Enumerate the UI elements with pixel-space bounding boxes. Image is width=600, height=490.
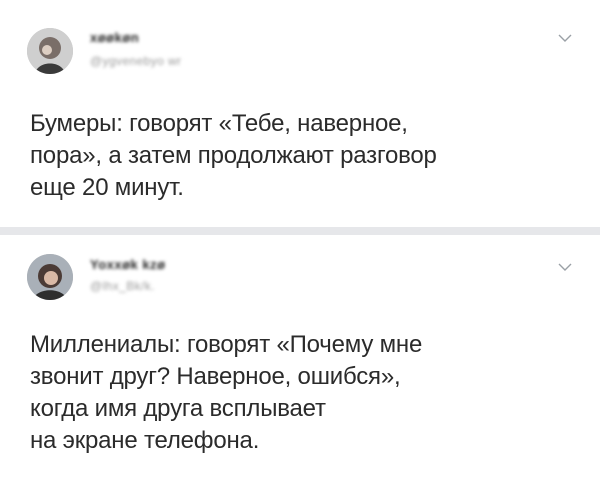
author-handle[interactable]: @ygvenebyo wr — [90, 54, 181, 68]
avatar-photo — [27, 254, 73, 300]
tweet-text-line: пора», а затем продолжают разговор — [30, 142, 437, 169]
tweet-text-line: еще 20 минут. — [30, 174, 184, 201]
avatar[interactable] — [27, 254, 73, 300]
tweet-text-line: на экране телефона. — [30, 427, 260, 454]
tweet-text-line: Бумеры: говорят «Тебе, наверное, — [30, 110, 408, 137]
tweet-text: Миллениалы: говорят «Почему мне звонит д… — [30, 329, 530, 457]
tweet-text-line: Миллениалы: говорят «Почему мне — [30, 331, 423, 358]
avatar-photo — [27, 28, 73, 74]
tweet-card[interactable]: Yoxxøk kzø @lhx_Bk/k. Миллениалы: говоря… — [0, 235, 600, 490]
chevron-down-icon[interactable] — [558, 33, 572, 43]
chevron-down-icon[interactable] — [558, 262, 572, 272]
avatar[interactable] — [27, 28, 73, 74]
tweet-text-line: звонит друг? Наверное, ошибся», — [30, 363, 401, 390]
tweet-text: Бумеры: говорят «Тебе, наверное, пора», … — [30, 108, 550, 204]
tweet-card[interactable]: xøøkøn @ygvenebyo wr Бумеры: говорят «Те… — [0, 0, 600, 227]
author-handle[interactable]: @lhx_Bk/k. — [90, 279, 155, 293]
author-name[interactable]: Yoxxøk kzø — [90, 257, 166, 272]
tweet-feed: xøøkøn @ygvenebyo wr Бумеры: говорят «Те… — [0, 0, 600, 490]
author-name[interactable]: xøøkøn — [90, 30, 139, 45]
tweet-text-line: когда имя друга всплывает — [30, 395, 326, 422]
